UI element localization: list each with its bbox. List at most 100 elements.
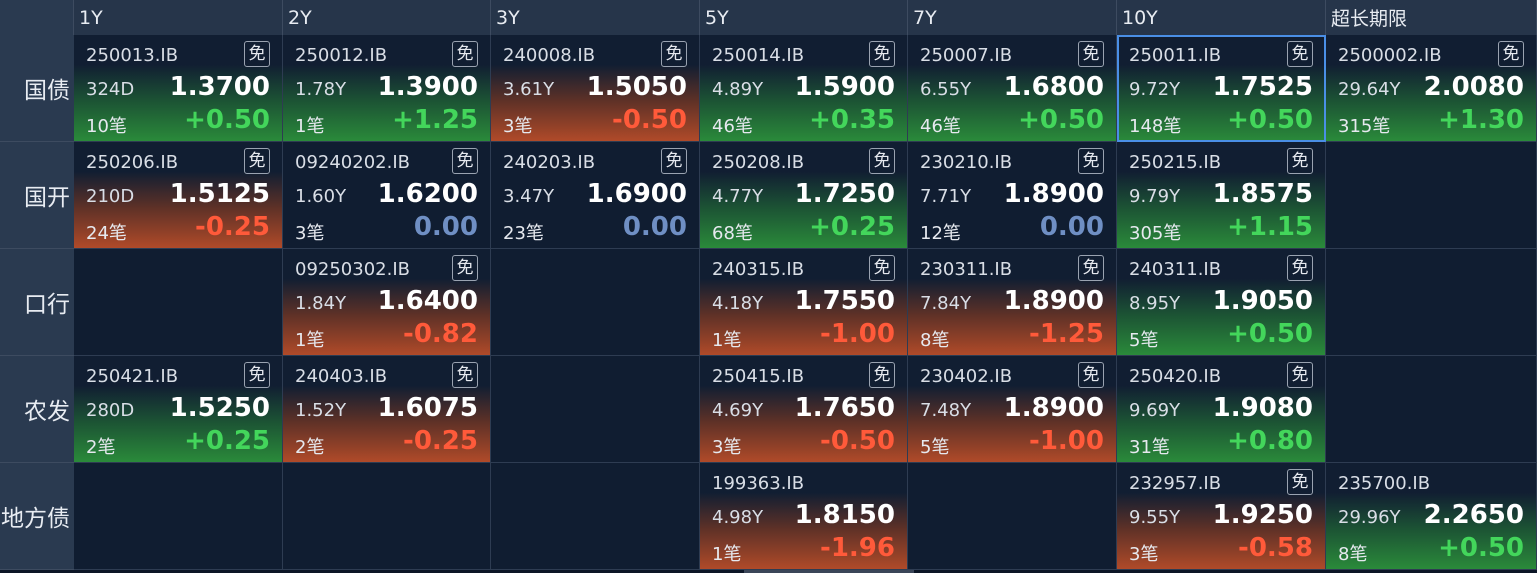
bond-code: 09240202.IB <box>295 152 410 173</box>
yield-change: -1.00 <box>820 319 895 349</box>
yield-change: +0.50 <box>184 105 270 135</box>
quote-cell[interactable]: 232957.IB 免 9.55Y 1.9250 3笔 -0.58 <box>1117 463 1326 570</box>
quote-cell[interactable]: 250415.IB 免 4.69Y 1.7650 3笔 -0.50 <box>700 356 908 463</box>
quote-cell[interactable]: 250420.IB 免 9.69Y 1.9080 31笔 +0.80 <box>1117 356 1326 463</box>
tax-exempt-badge: 免 <box>1078 255 1104 281</box>
column-header[interactable]: 5Y <box>700 0 908 35</box>
yield-value: 1.5050 <box>586 72 687 102</box>
quote-cell[interactable]: 230210.IB 免 7.71Y 1.8900 12笔 0.00 <box>908 142 1117 249</box>
yield-change: +0.50 <box>1438 533 1524 563</box>
yield-change: -0.50 <box>820 426 895 456</box>
row-header[interactable]: 国债 <box>0 35 74 142</box>
yield-change: +1.25 <box>392 105 478 135</box>
yield-value: 1.6200 <box>377 179 478 209</box>
quote-cell[interactable]: 250011.IB 免 9.72Y 1.7525 148笔 +0.50 <box>1117 35 1326 142</box>
yield-change: -1.25 <box>1029 319 1104 349</box>
quote-cell[interactable]: 250208.IB 免 4.77Y 1.7250 68笔 +0.25 <box>700 142 908 249</box>
bond-code: 230402.IB <box>920 366 1013 387</box>
quote-cell[interactable]: 2500002.IB 免 29.64Y 2.0080 315笔 +1.30 <box>1326 35 1537 142</box>
row-header[interactable]: 农发 <box>0 356 74 463</box>
bond-code: 250420.IB <box>1129 366 1222 387</box>
column-header[interactable]: 超长期限 <box>1326 0 1537 35</box>
trade-count: 1笔 <box>295 330 325 351</box>
bond-code: 240315.IB <box>712 259 805 280</box>
quote-cell[interactable]: 250014.IB 免 4.89Y 1.5900 46笔 +0.35 <box>700 35 908 142</box>
quote-cell[interactable]: 240311.IB 免 8.95Y 1.9050 5笔 +0.50 <box>1117 249 1326 356</box>
yield-change: +0.50 <box>1018 105 1104 135</box>
empty-cell <box>74 249 283 356</box>
tax-exempt-badge: 免 <box>452 41 478 67</box>
yield-value: 1.7250 <box>794 179 895 209</box>
remaining-term: 4.69Y <box>712 400 764 421</box>
yield-value: 1.9250 <box>1212 500 1313 530</box>
quote-cell[interactable]: 199363.IB 4.98Y 1.8150 1笔 -1.96 <box>700 463 908 570</box>
row-header[interactable]: 地方债 <box>0 463 74 570</box>
empty-cell <box>283 463 491 570</box>
quote-cell[interactable]: 250007.IB 免 6.55Y 1.6800 46笔 +0.50 <box>908 35 1117 142</box>
quote-cell[interactable]: 250012.IB 免 1.78Y 1.3900 1笔 +1.25 <box>283 35 491 142</box>
quote-cell[interactable]: 230311.IB 免 7.84Y 1.8900 8笔 -1.25 <box>908 249 1117 356</box>
quote-cell[interactable]: 240008.IB 免 3.61Y 1.5050 3笔 -0.50 <box>491 35 700 142</box>
trade-count: 23笔 <box>503 223 544 244</box>
tax-exempt-badge: 免 <box>1287 148 1313 174</box>
tax-exempt-badge: 免 <box>1287 362 1313 388</box>
trade-count: 1笔 <box>712 330 742 351</box>
remaining-term: 324D <box>86 79 135 100</box>
bond-code: 250215.IB <box>1129 152 1222 173</box>
corner-header <box>0 0 74 35</box>
quote-cell[interactable]: 250206.IB 免 210D 1.5125 24笔 -0.25 <box>74 142 283 249</box>
yield-change: +0.80 <box>1227 426 1313 456</box>
yield-change: +0.50 <box>1227 319 1313 349</box>
empty-cell <box>491 463 700 570</box>
quote-cell[interactable]: 09240202.IB 免 1.60Y 1.6200 3笔 0.00 <box>283 142 491 249</box>
bond-code: 199363.IB <box>712 473 805 494</box>
trade-count: 3笔 <box>712 437 742 458</box>
row-header[interactable]: 口行 <box>0 249 74 356</box>
quote-cell[interactable]: 230402.IB 免 7.48Y 1.8900 5笔 -1.00 <box>908 356 1117 463</box>
trade-count: 5笔 <box>920 437 950 458</box>
bond-code: 2500002.IB <box>1338 45 1442 66</box>
tax-exempt-badge: 免 <box>244 362 270 388</box>
bond-code: 230210.IB <box>920 152 1013 173</box>
column-header[interactable]: 3Y <box>491 0 700 35</box>
row-header[interactable]: 国开 <box>0 142 74 249</box>
trade-count: 68笔 <box>712 223 753 244</box>
tax-exempt-badge: 免 <box>1078 41 1104 67</box>
bond-code: 250013.IB <box>86 45 179 66</box>
trade-count: 24笔 <box>86 223 127 244</box>
empty-cell <box>491 356 700 463</box>
column-header[interactable]: 1Y <box>74 0 283 35</box>
column-header[interactable]: 10Y <box>1117 0 1326 35</box>
yield-value: 1.7650 <box>794 393 895 423</box>
trade-count: 3笔 <box>1129 544 1159 565</box>
yield-value: 2.2650 <box>1423 500 1524 530</box>
trade-count: 46笔 <box>712 116 753 137</box>
tax-exempt-badge: 免 <box>1078 148 1104 174</box>
column-header[interactable]: 2Y <box>283 0 491 35</box>
bond-code: 240403.IB <box>295 366 388 387</box>
remaining-term: 7.71Y <box>920 186 972 207</box>
yield-value: 1.6800 <box>1003 72 1104 102</box>
quote-cell[interactable]: 250421.IB 免 280D 1.5250 2笔 +0.25 <box>74 356 283 463</box>
quote-cell[interactable]: 240203.IB 免 3.47Y 1.6900 23笔 0.00 <box>491 142 700 249</box>
remaining-term: 29.96Y <box>1338 507 1401 528</box>
tax-exempt-badge: 免 <box>452 362 478 388</box>
bond-code: 235700.IB <box>1338 473 1431 494</box>
yield-value: 1.6400 <box>377 286 478 316</box>
yield-change: -0.25 <box>195 212 270 242</box>
quote-cell[interactable]: 240315.IB 免 4.18Y 1.7550 1笔 -1.00 <box>700 249 908 356</box>
yield-value: 1.5900 <box>794 72 895 102</box>
quote-cell[interactable]: 240403.IB 免 1.52Y 1.6075 2笔 -0.25 <box>283 356 491 463</box>
remaining-term: 4.89Y <box>712 79 764 100</box>
quote-cell[interactable]: 250013.IB 免 324D 1.3700 10笔 +0.50 <box>74 35 283 142</box>
tax-exempt-badge: 免 <box>1287 469 1313 495</box>
quote-cell[interactable]: 235700.IB 29.96Y 2.2650 8笔 +0.50 <box>1326 463 1537 570</box>
quote-cell[interactable]: 250215.IB 免 9.79Y 1.8575 305笔 +1.15 <box>1117 142 1326 249</box>
bond-code: 232957.IB <box>1129 473 1222 494</box>
bond-quote-matrix: 1Y 2Y 3Y 5Y 7Y 10Y 超长期限国债 250013.IB 免 324D 1.3700 1… <box>0 0 1537 573</box>
quote-cell[interactable]: 09250302.IB 免 1.84Y 1.6400 1笔 -0.82 <box>283 249 491 356</box>
column-header[interactable]: 7Y <box>908 0 1117 35</box>
remaining-term: 1.52Y <box>295 400 347 421</box>
remaining-term: 9.55Y <box>1129 507 1181 528</box>
trade-count: 305笔 <box>1129 223 1182 244</box>
